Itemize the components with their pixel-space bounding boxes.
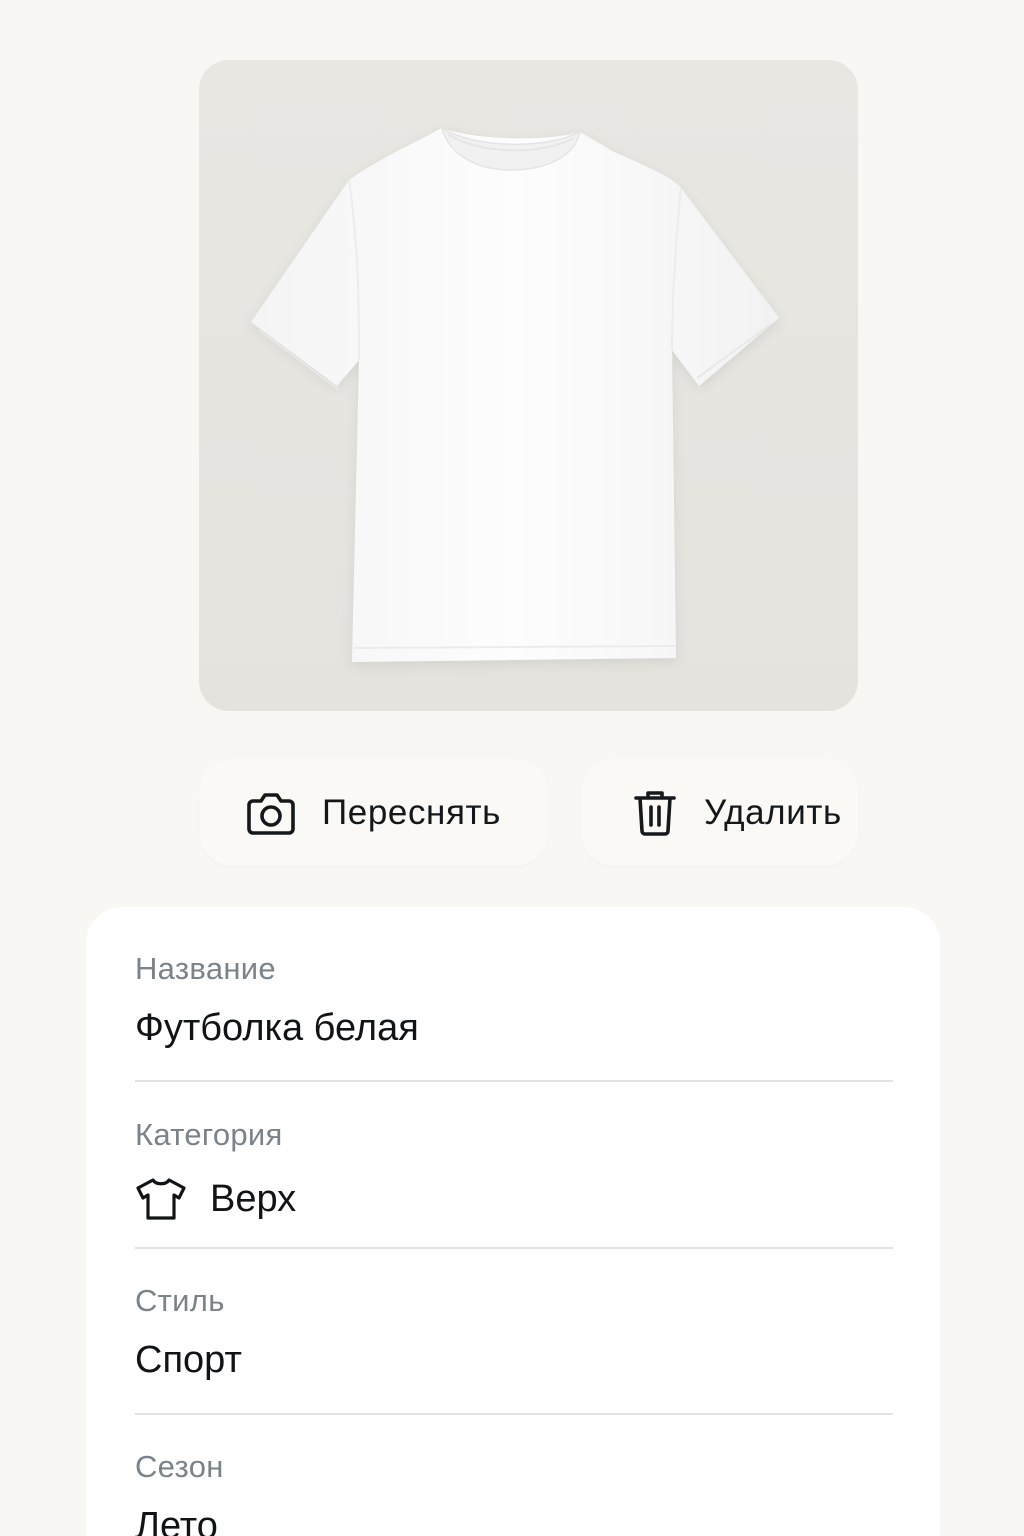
divider [135, 1413, 893, 1415]
divider [135, 1080, 893, 1082]
category-label: Категория [135, 1117, 283, 1152]
divider [135, 1247, 893, 1249]
camera-icon [246, 788, 296, 838]
season-value: Лето [135, 1505, 218, 1536]
item-photo [199, 60, 858, 711]
delete-label: Удалить [704, 792, 842, 832]
trash-icon [630, 788, 680, 838]
style-label: Стиль [135, 1283, 225, 1318]
category-value: Верх [210, 1177, 297, 1220]
retake-label: Переснять [322, 792, 501, 832]
season-label: Сезон [135, 1449, 224, 1484]
delete-button[interactable]: Удалить [581, 759, 858, 866]
item-details-card: Название Футболка белая Категория Верх С… [86, 907, 940, 1536]
name-label: Название [135, 951, 276, 986]
category-value-row: Верх [135, 1173, 296, 1225]
t-shirt-icon [135, 1173, 187, 1225]
style-value: Спорт [135, 1339, 242, 1381]
item-detail-screen: Переснять Удалить Название Футболка бела… [0, 0, 1024, 1536]
retake-button[interactable]: Переснять [199, 759, 549, 866]
t-shirt-photo [251, 126, 779, 662]
name-value: Футболка белая [135, 1007, 419, 1049]
